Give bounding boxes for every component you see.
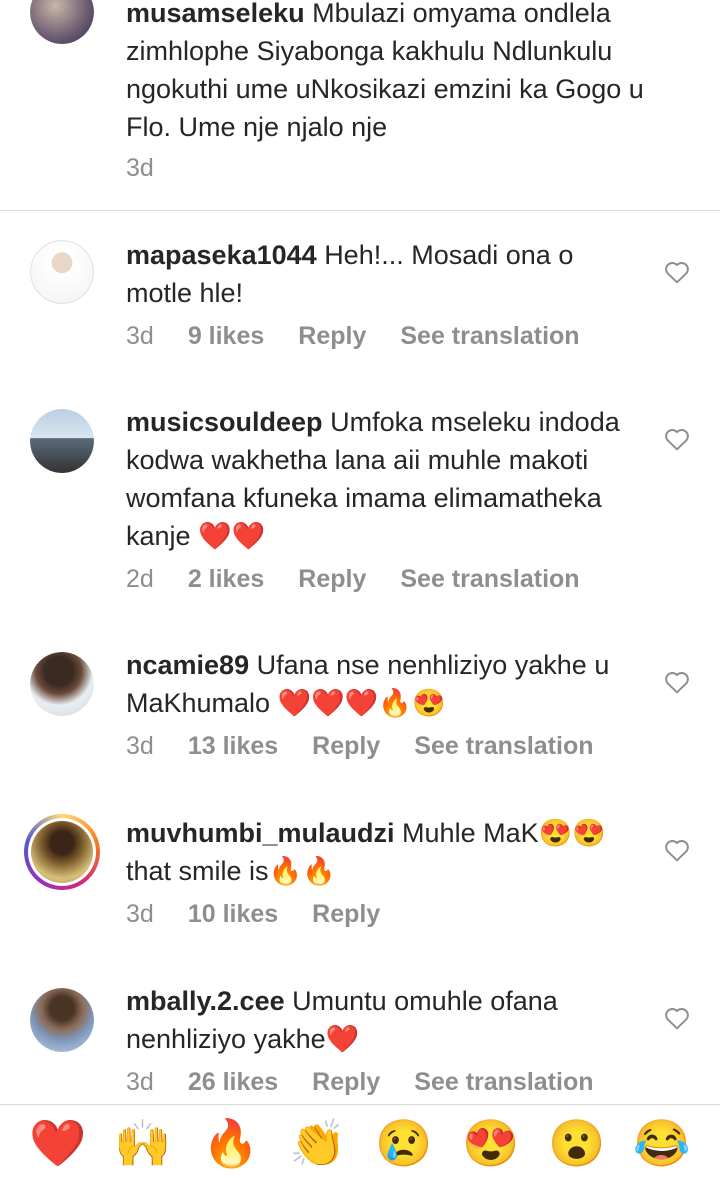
comment-meta: 3d 26 likes Reply See translation [126,1068,628,1097]
comment-text: mapaseka1044 Heh!... Mosadi ona o motle … [126,236,646,312]
comment-username[interactable]: muvhumbi_mulaudzi [126,818,395,848]
comment-time: 3d [126,322,154,350]
emoji-crying-face-button[interactable]: 😢 [372,1113,436,1173]
reply-button[interactable]: Reply [312,900,380,929]
comment-meta: 2d 2 likes Reply See translation [126,565,614,594]
see-translation-button[interactable]: See translation [400,565,579,594]
avatar[interactable] [30,988,94,1052]
comment-time: 3d [126,732,154,760]
comment-meta: 3d 10 likes Reply [126,900,414,929]
comment-text: musamseleku Mbulazi omyama ondlela zimhl… [126,0,646,146]
like-heart-icon[interactable] [664,838,690,862]
comment-meta: 3d [126,154,188,183]
avatar[interactable] [30,652,94,716]
reply-button[interactable]: Reply [312,732,380,761]
main-comment: musamseleku Mbulazi omyama ondlela zimhl… [0,0,720,211]
comment-text: muvhumbi_mulaudzi Muhle MaK😍😍that smile … [126,814,646,890]
comment-time: 3d [126,1068,154,1096]
likes-count[interactable]: 13 likes [188,732,278,761]
comment-text: musicsouldeep Umfoka mseleku indoda kodw… [126,403,646,555]
emoji-heart-button[interactable]: ❤️ [26,1113,90,1173]
avatar-story-ring[interactable] [24,814,100,890]
comment-username[interactable]: ncamie89 [126,650,249,680]
comment-username[interactable]: musicsouldeep [126,407,323,437]
emoji-surprised-face-button[interactable]: 😮 [545,1113,609,1173]
reply-button[interactable]: Reply [298,565,366,594]
like-heart-icon[interactable] [664,260,690,284]
avatar[interactable] [30,240,94,304]
emoji-clapping-hands-button[interactable]: 👏 [286,1113,350,1173]
likes-count[interactable]: 26 likes [188,1068,278,1097]
reply-button[interactable]: Reply [312,1068,380,1097]
like-heart-icon[interactable] [664,427,690,451]
comment-meta: 3d 9 likes Reply See translation [126,322,614,351]
likes-count[interactable]: 9 likes [188,322,264,351]
comment-meta: 3d 13 likes Reply See translation [126,732,628,761]
comment-time: 2d [126,565,154,593]
comment-time: 3d [126,154,154,182]
emoji-fire-button[interactable]: 🔥 [199,1113,263,1173]
emoji-reaction-bar: ❤️ 🙌 🔥 👏 😢 😍 😮 😂 [0,1104,720,1178]
comment-username[interactable]: musamseleku [126,0,305,28]
comment-text: ncamie89 Ufana nse nenhliziyo yakhe u Ma… [126,646,646,722]
see-translation-button[interactable]: See translation [414,1068,593,1097]
likes-count[interactable]: 10 likes [188,900,278,929]
emoji-tears-of-joy-button[interactable]: 😂 [630,1113,694,1173]
see-translation-button[interactable]: See translation [414,732,593,761]
avatar[interactable] [30,0,94,44]
comment-username[interactable]: mapaseka1044 [126,240,317,270]
like-heart-icon[interactable] [664,1006,690,1030]
comment-username[interactable]: mbally.2.cee [126,986,285,1016]
emoji-heart-eyes-button[interactable]: 😍 [459,1113,523,1173]
see-translation-button[interactable]: See translation [400,322,579,351]
avatar[interactable] [30,409,94,473]
emoji-raised-hands-button[interactable]: 🙌 [111,1113,175,1173]
comment-text: mbally.2.cee Umuntu omuhle ofana nenhliz… [126,982,646,1058]
reply-button[interactable]: Reply [298,322,366,351]
like-heart-icon[interactable] [664,670,690,694]
likes-count[interactable]: 2 likes [188,565,264,594]
comment-time: 3d [126,900,154,928]
